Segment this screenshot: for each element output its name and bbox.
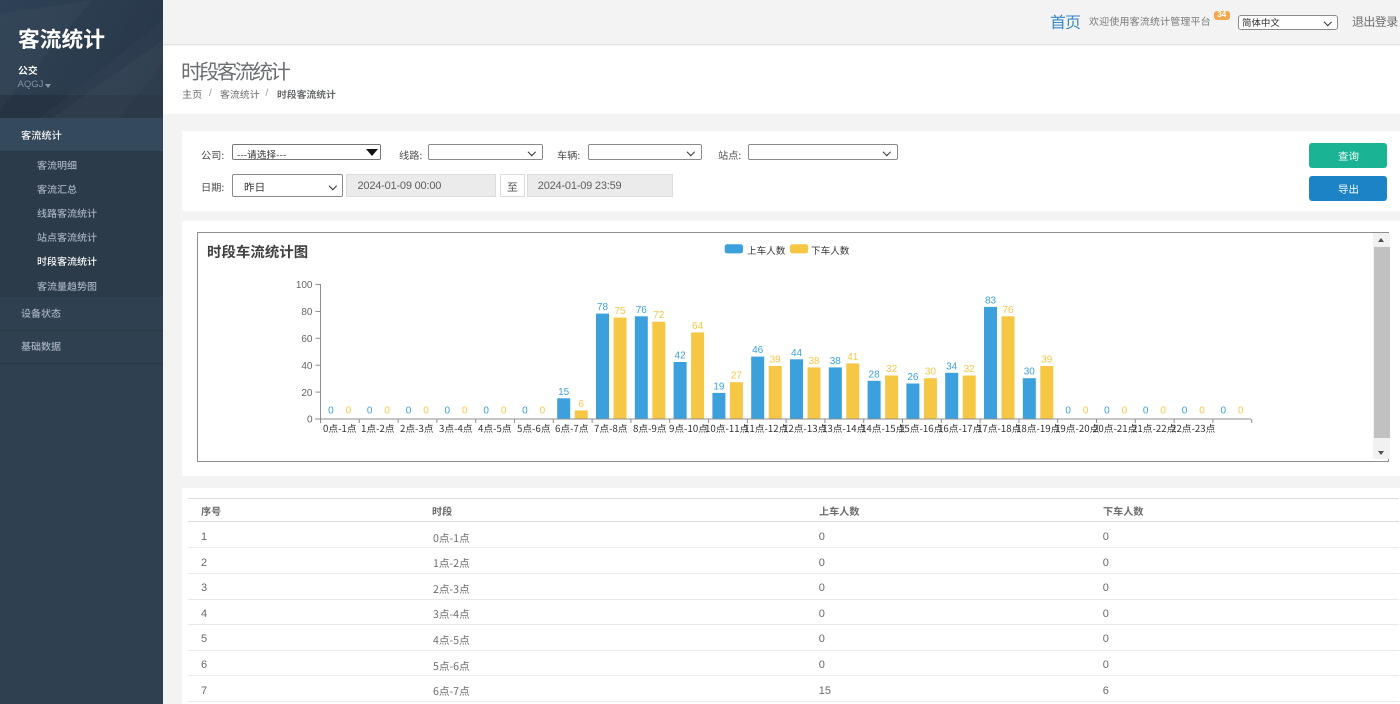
svg-text:72: 72 — [653, 310, 665, 321]
svg-text:41: 41 — [847, 352, 859, 363]
svg-text:32: 32 — [964, 364, 976, 375]
svg-text:44: 44 — [791, 348, 803, 359]
svg-text:19: 19 — [713, 381, 725, 392]
svg-text:6: 6 — [578, 399, 584, 410]
svg-text:80: 80 — [301, 307, 313, 318]
svg-text:0: 0 — [1143, 406, 1149, 417]
svg-text:46: 46 — [752, 345, 764, 356]
svg-text:0: 0 — [406, 406, 412, 417]
svg-text:0: 0 — [384, 406, 390, 417]
svg-text:0: 0 — [307, 415, 313, 426]
svg-text:76: 76 — [636, 305, 648, 316]
svg-text:40: 40 — [301, 361, 313, 372]
svg-text:0: 0 — [501, 406, 507, 417]
svg-text:15: 15 — [558, 387, 570, 398]
svg-text:38: 38 — [830, 356, 842, 367]
svg-text:39: 39 — [1041, 355, 1053, 366]
svg-text:26: 26 — [907, 372, 919, 383]
svg-text:0: 0 — [483, 406, 489, 417]
svg-text:0: 0 — [1199, 406, 1205, 417]
svg-text:42: 42 — [675, 351, 687, 362]
svg-text:20: 20 — [301, 388, 313, 399]
svg-text:39: 39 — [770, 355, 782, 366]
svg-text:75: 75 — [614, 306, 626, 317]
svg-text:0: 0 — [328, 406, 334, 417]
svg-text:0: 0 — [1238, 406, 1244, 417]
svg-text:100: 100 — [296, 280, 313, 291]
svg-text:0: 0 — [462, 406, 468, 417]
svg-text:0: 0 — [540, 406, 546, 417]
svg-text:0: 0 — [1065, 406, 1071, 417]
svg-text:0: 0 — [1083, 406, 1089, 417]
svg-text:60: 60 — [301, 334, 313, 345]
svg-text:38: 38 — [808, 356, 820, 367]
svg-text:64: 64 — [692, 321, 704, 332]
svg-text:0: 0 — [1122, 406, 1128, 417]
svg-text:0: 0 — [367, 406, 373, 417]
svg-text:32: 32 — [886, 364, 898, 375]
svg-text:0: 0 — [346, 406, 352, 417]
svg-text:0: 0 — [1182, 406, 1188, 417]
svg-text:0: 0 — [445, 406, 451, 417]
svg-text:34: 34 — [946, 361, 958, 372]
svg-text:27: 27 — [731, 371, 743, 382]
svg-text:83: 83 — [985, 295, 997, 306]
svg-text:0: 0 — [1104, 406, 1110, 417]
svg-text:76: 76 — [1002, 305, 1014, 316]
svg-text:28: 28 — [869, 369, 881, 380]
svg-text:0: 0 — [522, 406, 528, 417]
svg-text:0: 0 — [1160, 406, 1166, 417]
svg-text:0: 0 — [1221, 406, 1227, 417]
svg-text:30: 30 — [1024, 367, 1036, 378]
svg-text:0: 0 — [423, 406, 429, 417]
svg-text:78: 78 — [597, 302, 609, 313]
svg-text:30: 30 — [925, 367, 937, 378]
